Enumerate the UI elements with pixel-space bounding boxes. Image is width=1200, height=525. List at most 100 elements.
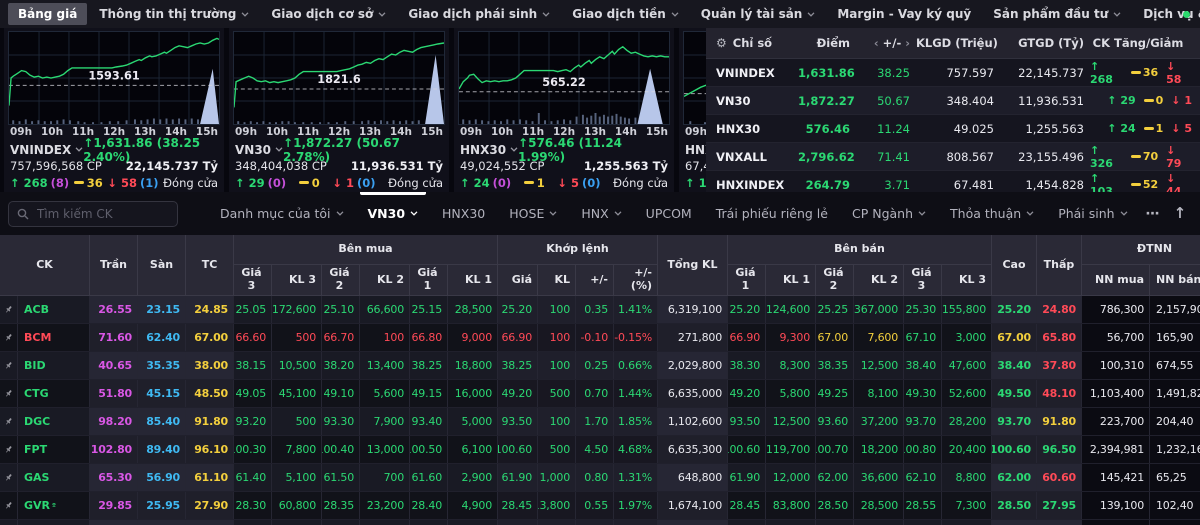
tab-danh-m-c-c-a-t-i[interactable]: Danh mục của tôi xyxy=(208,192,356,235)
chart-symbol-selector[interactable]: HNX30 xyxy=(460,143,518,157)
pin-icon[interactable] xyxy=(0,464,18,491)
price-table-header: CK Trần Sàn TC Bên mua Khớp lệnh Tổng KL… xyxy=(0,235,1200,296)
x-axis-label: 09h xyxy=(10,126,33,138)
down-arrow-icon: ↓ 1 xyxy=(332,175,355,190)
match-change: 0.55 xyxy=(576,492,614,519)
tab-vn30[interactable]: VN30 xyxy=(356,192,431,235)
menu-item-5[interactable]: Giao dịch tiền xyxy=(562,3,689,25)
pin-icon[interactable] xyxy=(0,492,18,519)
chart-info-row-1: VN30 ↑1,872.27 (50.67 2.78%) xyxy=(233,136,445,164)
bid-price-1: 93.40 xyxy=(410,408,448,435)
pin-icon[interactable] xyxy=(0,520,18,525)
trading-board-app: { "menu": { "items": [ {"label": "Bảng g… xyxy=(0,0,1200,525)
pin-icon[interactable] xyxy=(0,436,18,463)
pin-icon[interactable] xyxy=(0,352,18,379)
index-name: VNINDEX xyxy=(716,65,775,80)
col-reference: TC xyxy=(186,235,234,296)
pin-icon[interactable] xyxy=(0,380,18,407)
group-bid: Bên mua xyxy=(234,235,498,265)
col-match-price: Giá xyxy=(498,265,538,296)
gear-icon[interactable]: ⚙ xyxy=(716,36,727,50)
bid-price-2: 38.20 xyxy=(322,352,360,379)
match-change-pct: 0.66% xyxy=(614,352,658,379)
ask-price-1: 30.00 xyxy=(728,520,766,525)
table-row-CTG[interactable]: CTG 51.80 45.15 48.50 49.05 45,100 49.10 5,600 4… xyxy=(0,380,1200,408)
bid-vol-3: 910,000 xyxy=(272,520,322,525)
index-row-VN30[interactable]: VN30 1,872.27 50.67 348.404 11,936.531 ↑ 29 0 ↓… xyxy=(706,87,1200,115)
down-arrow-icon: ↓ 5 xyxy=(557,175,580,190)
chart-symbol-selector[interactable]: HNXI xyxy=(685,143,706,157)
upload-icon[interactable]: ↑ xyxy=(1174,206,1187,221)
foreign-sell-volume: 2,157,90 xyxy=(1150,296,1200,323)
index-gtgd: 1,454.828 xyxy=(1025,177,1084,192)
match-price: 28.45 xyxy=(498,492,538,519)
floor-price: 85.40 xyxy=(138,408,186,435)
index-change: 11.24 xyxy=(877,121,910,136)
table-row-FPT[interactable]: FPT102.8089.4096.10100.307,800100.4013,0… xyxy=(0,436,1200,464)
pin-icon[interactable] xyxy=(0,324,18,351)
tab-hnx30[interactable]: HNX30 xyxy=(430,192,497,235)
menu-item-2[interactable]: Thông tin thị trường xyxy=(89,3,259,25)
bid-vol-3: 500 xyxy=(272,324,322,351)
foreign-buy-volume: 75,400 xyxy=(1082,520,1150,525)
index-row-VNXALL[interactable]: VNXALL 2,796.62 71.41 808.567 23,155.496 ↑ 32… xyxy=(706,143,1200,171)
tab-ph-i-sinh[interactable]: Phái sinh xyxy=(1046,192,1139,235)
foreign-sell-volume: 165,90 xyxy=(1150,324,1200,351)
table-row-BID[interactable]: BID 40.65 35.35 38.00 38.15 10,500 38.20 13,400… xyxy=(0,352,1200,380)
menu-item-7[interactable]: Margin - Vay ký quỹ xyxy=(827,3,981,25)
tab-cp-ng-nh[interactable]: CP Ngành xyxy=(840,192,938,235)
menu-item-3[interactable]: Giao dịch cơ sở xyxy=(261,3,396,25)
tab-hose[interactable]: HOSE xyxy=(497,192,569,235)
match-price: 49.20 xyxy=(498,380,538,407)
ask-vol-2: 7,600 xyxy=(854,324,904,351)
index-row-HNX30[interactable]: HNX30 576.46 11.24 49.025 1,255.563 ↑ 24 1 ↓ 5 xyxy=(706,115,1200,143)
tab-label: Danh mục của tôi xyxy=(220,206,331,221)
pin-icon[interactable] xyxy=(0,408,18,435)
tab-upcom[interactable]: UPCOM xyxy=(634,192,704,235)
menu-item-1[interactable]: Bảng giá xyxy=(8,3,88,25)
more-tabs-icon[interactable]: ⋯ xyxy=(1146,207,1160,221)
col-ask-price3: Giá 3 xyxy=(904,265,942,296)
bid-price-3: 28.30 xyxy=(234,492,272,519)
table-row-BCM[interactable]: BCM 71.60 62.40 67.00 66.60 500 66.70 100 66.80 9… xyxy=(0,324,1200,352)
ceiling-price: 26.55 xyxy=(90,296,138,323)
index-change: 38.25 xyxy=(877,65,910,80)
decliners-count: ↓ 58 xyxy=(1166,59,1182,86)
foreign-sell-volume: 1,232,16 xyxy=(1150,436,1200,463)
col-floor: Sàn xyxy=(138,235,186,296)
menu-item-6[interactable]: Quản lý tài sản xyxy=(691,3,826,25)
match-change: 0.70 xyxy=(576,380,614,407)
table-row-DGC[interactable]: DGC 98.20 85.40 91.80 93.20 500 93.30 7,900 93.4… xyxy=(0,408,1200,436)
table-row-HDB[interactable]: HDB31.6527.5529.6029.85910,00029.90100,2… xyxy=(0,520,1200,525)
tab-hnx[interactable]: HNX xyxy=(569,192,633,235)
search-box[interactable] xyxy=(8,200,178,227)
chart-info-row-3: ↑ 10 xyxy=(683,174,706,191)
unchanged-count: 1 xyxy=(523,176,545,190)
stock-code: HDB xyxy=(18,520,90,525)
ask-price-1: 93.50 xyxy=(728,408,766,435)
index-header-change[interactable]: ‹ +/- › xyxy=(856,36,916,50)
match-change: 0.40 xyxy=(576,520,614,525)
chart-symbol-selector[interactable]: VN30 xyxy=(235,143,283,157)
tab-th-a-thu-n[interactable]: Thỏa thuận xyxy=(938,192,1046,235)
table-row-ACB[interactable]: ACB 26.55 23.15 24.85 25.05 172,600 25.10 66,60… xyxy=(0,296,1200,324)
price-board: CK Trần Sàn TC Bên mua Khớp lệnh Tổng KL… xyxy=(0,235,1200,525)
chart-symbol-selector[interactable]: VNINDEX xyxy=(10,143,83,157)
index-row-VNINDEX[interactable]: VNINDEX 1,631.86 38.25 757.597 22,145.737 ↑ 2… xyxy=(706,59,1200,87)
table-row-GVR[interactable]: GVR º 29.85 25.95 27.90 28.30 60,800 28.35 23,20… xyxy=(0,492,1200,520)
search-input[interactable] xyxy=(35,205,169,222)
flat-dash-icon xyxy=(73,180,84,185)
unchanged-number: 1 xyxy=(1155,122,1164,135)
index-header-updown: CK Tăng/Giảm xyxy=(1092,36,1184,50)
menu-item-8[interactable]: Sản phẩm đầu tư xyxy=(983,3,1131,25)
tab-tr-i-phi-u-ri-ng-l-[interactable]: Trái phiếu riêng lẻ xyxy=(704,192,840,235)
index-header-symbol-label: Chỉ số xyxy=(732,36,773,50)
table-row-GAS[interactable]: GAS 65.30 56.90 61.10 61.40 5,100 61.50 700 61.6… xyxy=(0,464,1200,492)
foreign-sell-volume: 1,491,82 xyxy=(1150,380,1200,407)
ask-vol-2: 36,600 xyxy=(854,464,904,491)
high-price: 100.60 xyxy=(992,436,1037,463)
menu-item-4[interactable]: Giao dịch phái sinh xyxy=(398,3,560,25)
ask-vol-1: 12,000 xyxy=(766,464,816,491)
chart-turnover: 11,936.531 Tỷ xyxy=(350,159,443,173)
pin-icon[interactable] xyxy=(0,296,18,323)
